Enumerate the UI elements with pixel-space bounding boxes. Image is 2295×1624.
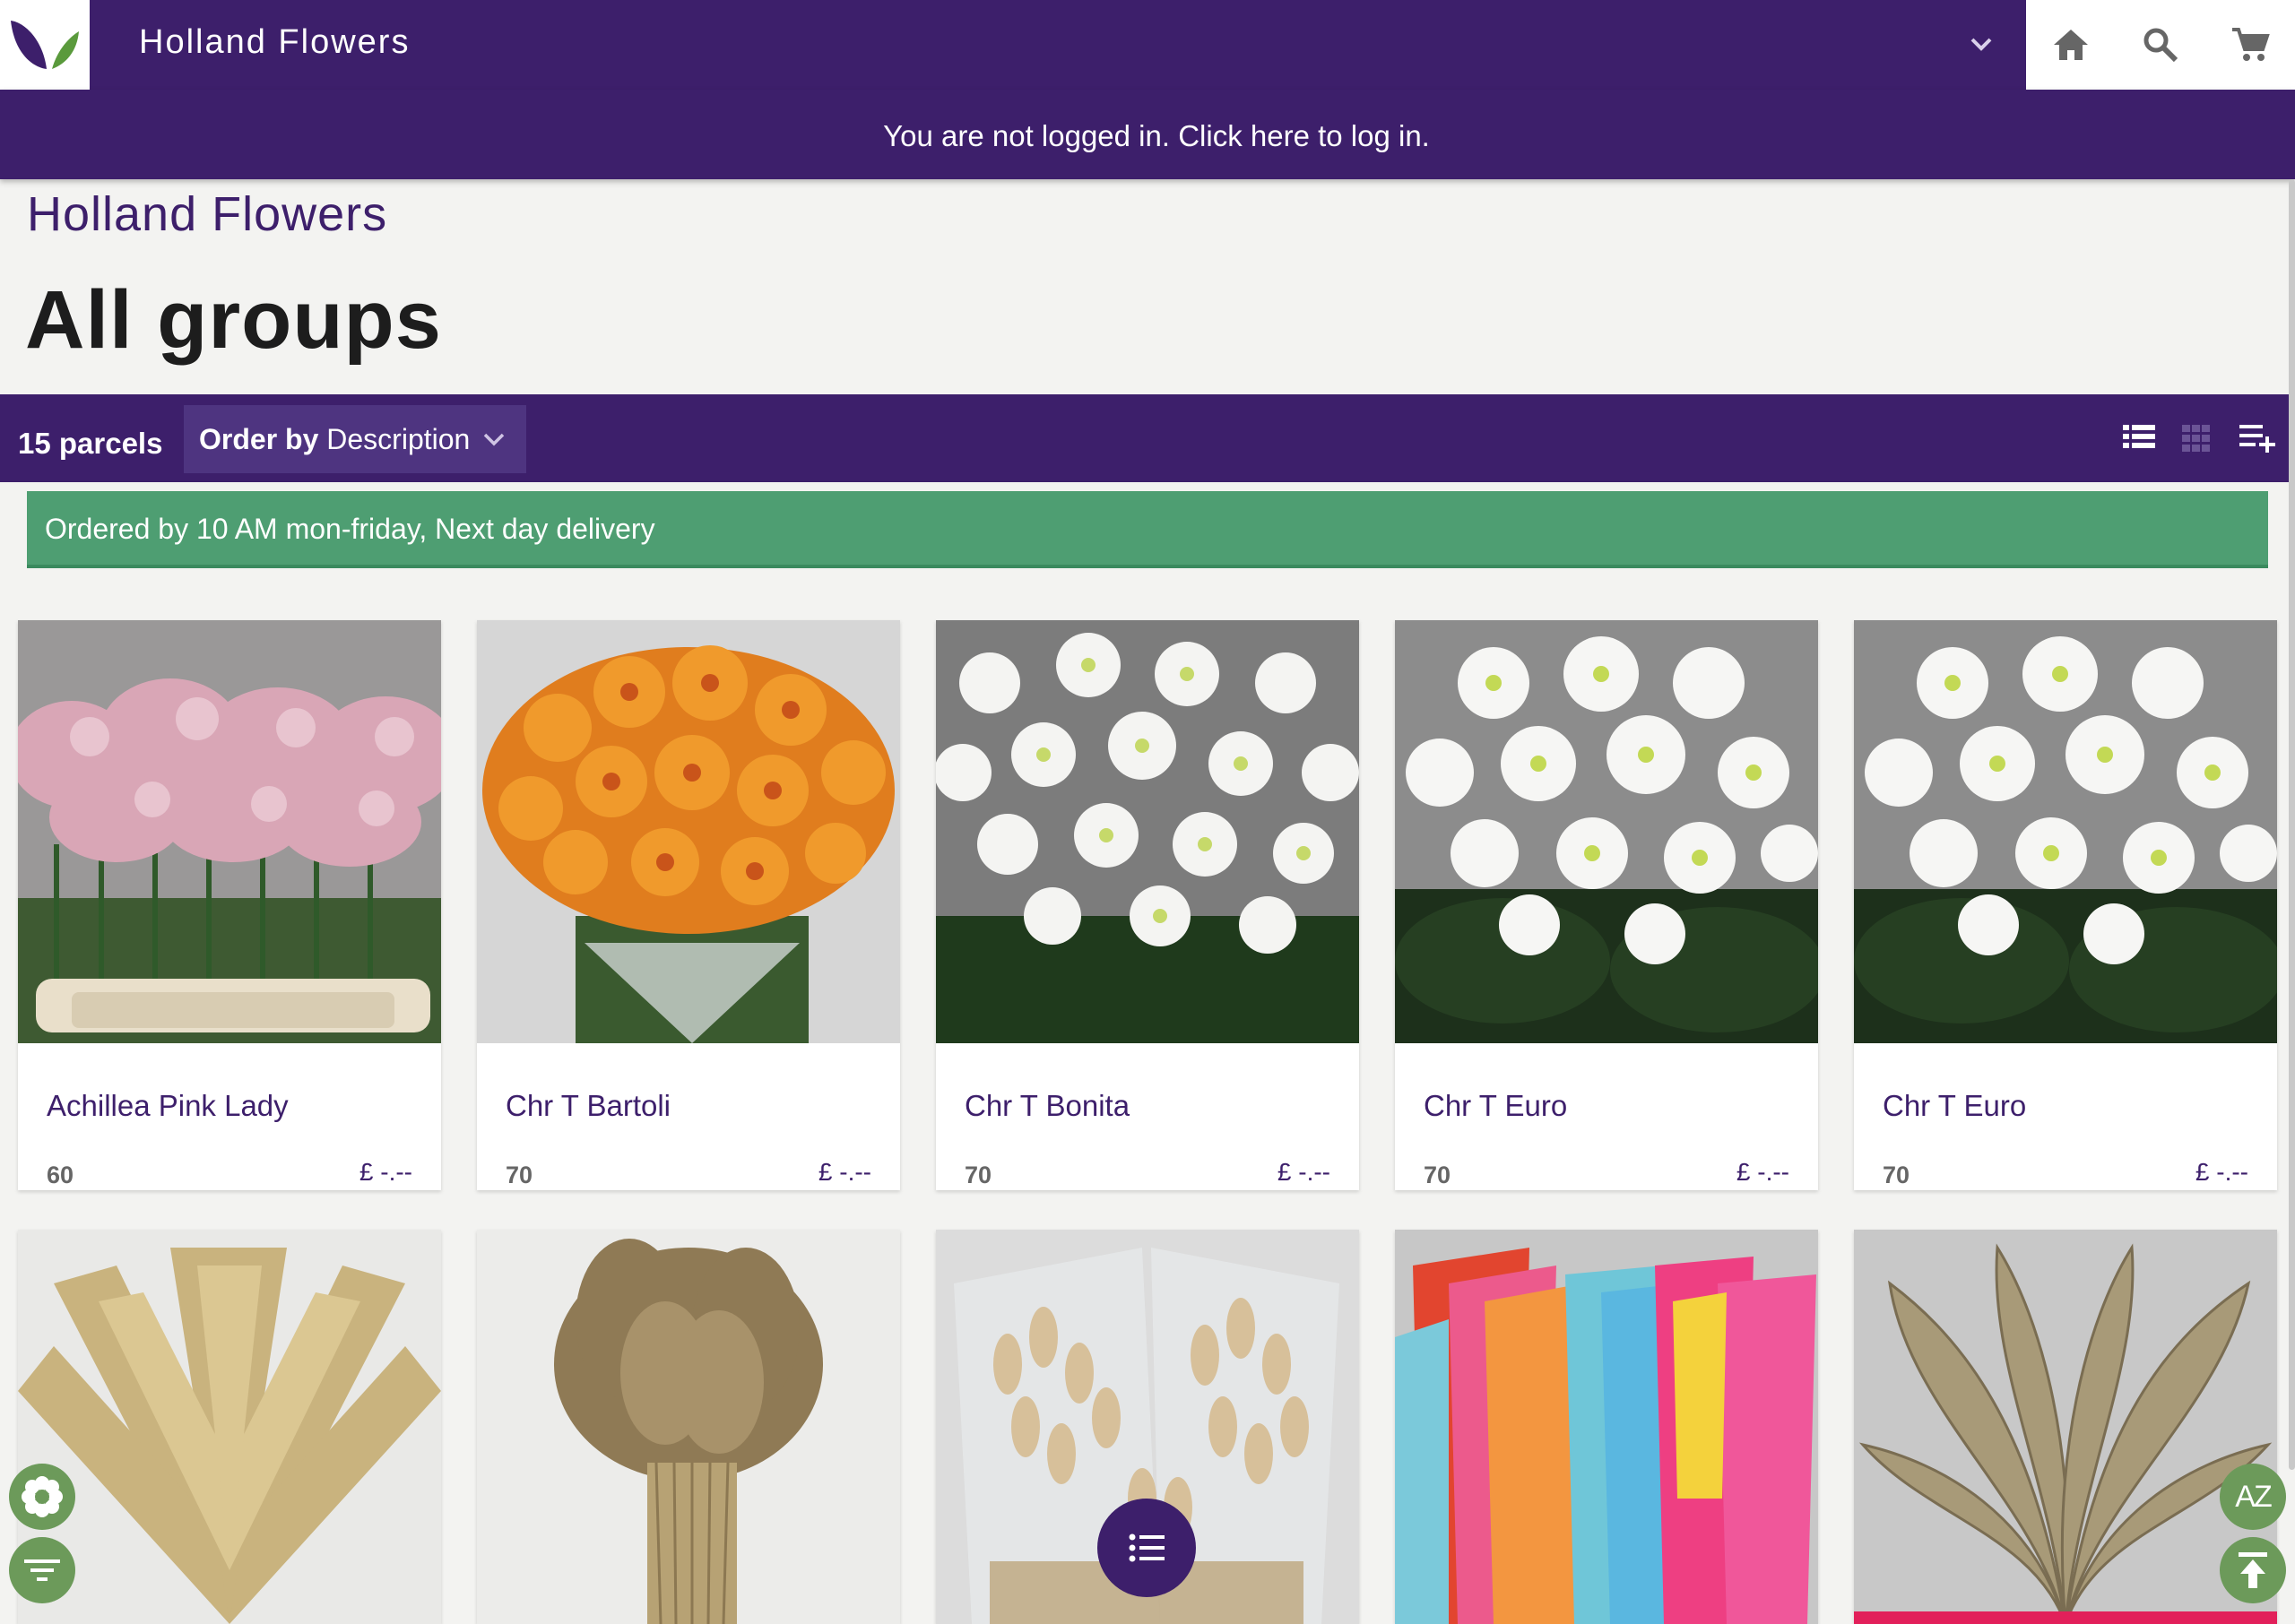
page-title: All groups (25, 274, 442, 366)
product-quantity: 70 (965, 1162, 992, 1188)
chevron-down-icon[interactable] (1963, 27, 1999, 63)
product-card[interactable] (18, 1230, 441, 1624)
list-icon (1129, 1533, 1165, 1562)
breadcrumb[interactable]: Holland Flowers (27, 186, 387, 242)
product-image (936, 620, 1359, 1043)
product-card[interactable]: Chr T Bonita 70 £ -.-- (936, 620, 1359, 1190)
product-price: £ -.-- (2195, 1158, 2248, 1186)
product-name[interactable]: Chr T Euro (1883, 1089, 2026, 1123)
scroll-to-top-button[interactable] (2220, 1537, 2286, 1603)
product-price: £ -.-- (1736, 1158, 1789, 1186)
product-price: £ -.-- (818, 1158, 871, 1186)
product-quantity: 60 (47, 1162, 74, 1188)
product-card[interactable]: Chr T Euro 70 £ -.-- (1854, 620, 2277, 1190)
colored-ruscus-image (1395, 1230, 1818, 1624)
filter-icon (24, 1559, 60, 1581)
product-quantity: 70 (1883, 1162, 1910, 1188)
product-card[interactable] (477, 1230, 900, 1624)
pampas-grass-image (18, 1230, 441, 1624)
order-by-label: Order by Description (199, 423, 470, 456)
category-list-button[interactable] (1097, 1499, 1196, 1597)
product-card[interactable]: Achillea Pink Lady 60 £ -.-- (18, 620, 441, 1190)
search-button[interactable] (2116, 0, 2205, 90)
flower-filter-button[interactable] (9, 1464, 75, 1530)
filter-button[interactable] (9, 1537, 75, 1603)
list-view-icon[interactable] (2121, 419, 2157, 460)
cart-button[interactable] (2205, 0, 2295, 90)
product-card[interactable] (1854, 1230, 2277, 1624)
logo-icon (11, 21, 79, 69)
logo[interactable] (0, 0, 90, 90)
dried-grass-image (477, 1230, 900, 1624)
product-card[interactable]: Chr T Euro 70 £ -.-- (1395, 620, 1818, 1190)
product-image (18, 620, 441, 1043)
home-button[interactable] (2026, 0, 2116, 90)
product-name[interactable]: Chr T Euro (1424, 1089, 1567, 1123)
order-by-prefix: Order by (199, 423, 319, 455)
product-image (1395, 620, 1818, 1043)
product-quantity: 70 (506, 1162, 533, 1188)
scroll-top-icon (2239, 1552, 2267, 1588)
search-icon (2143, 28, 2178, 63)
home-icon (2054, 30, 2088, 60)
delivery-notice-text: Ordered by 10 AM mon-friday, Next day de… (45, 513, 655, 545)
promo-strip (1854, 1611, 2277, 1624)
product-quantity: 70 (1424, 1162, 1451, 1188)
chevron-down-icon[interactable] (480, 425, 508, 458)
product-card[interactable]: Chr T Bartoli 70 £ -.-- (477, 620, 900, 1190)
page-scrollbar[interactable] (2289, 179, 2295, 1470)
sort-az-button[interactable]: AZ (2220, 1464, 2286, 1530)
product-image (477, 620, 900, 1043)
sort-az-icon: AZ (2235, 1479, 2272, 1514)
dried-leaves-image (1854, 1230, 2277, 1624)
grid-view-icon[interactable] (2180, 421, 2213, 458)
parcel-count: 15 parcels (18, 427, 163, 460)
add-to-list-icon[interactable] (2238, 418, 2277, 458)
product-name[interactable]: Chr T Bartoli (506, 1089, 671, 1123)
product-name[interactable]: Achillea Pink Lady (47, 1089, 289, 1123)
header-actions (2026, 0, 2295, 90)
product-image (1854, 620, 2277, 1043)
flower-icon (22, 1476, 63, 1517)
product-price: £ -.-- (359, 1158, 412, 1186)
login-link[interactable]: You are not logged in. Click here to log… (0, 119, 2295, 153)
cart-icon (2232, 28, 2270, 61)
product-card[interactable] (1395, 1230, 1818, 1624)
product-name[interactable]: Chr T Bonita (965, 1089, 1130, 1123)
product-price: £ -.-- (1277, 1158, 1330, 1186)
app-title: Holland Flowers (139, 23, 411, 61)
order-by-value: Description (326, 423, 471, 455)
